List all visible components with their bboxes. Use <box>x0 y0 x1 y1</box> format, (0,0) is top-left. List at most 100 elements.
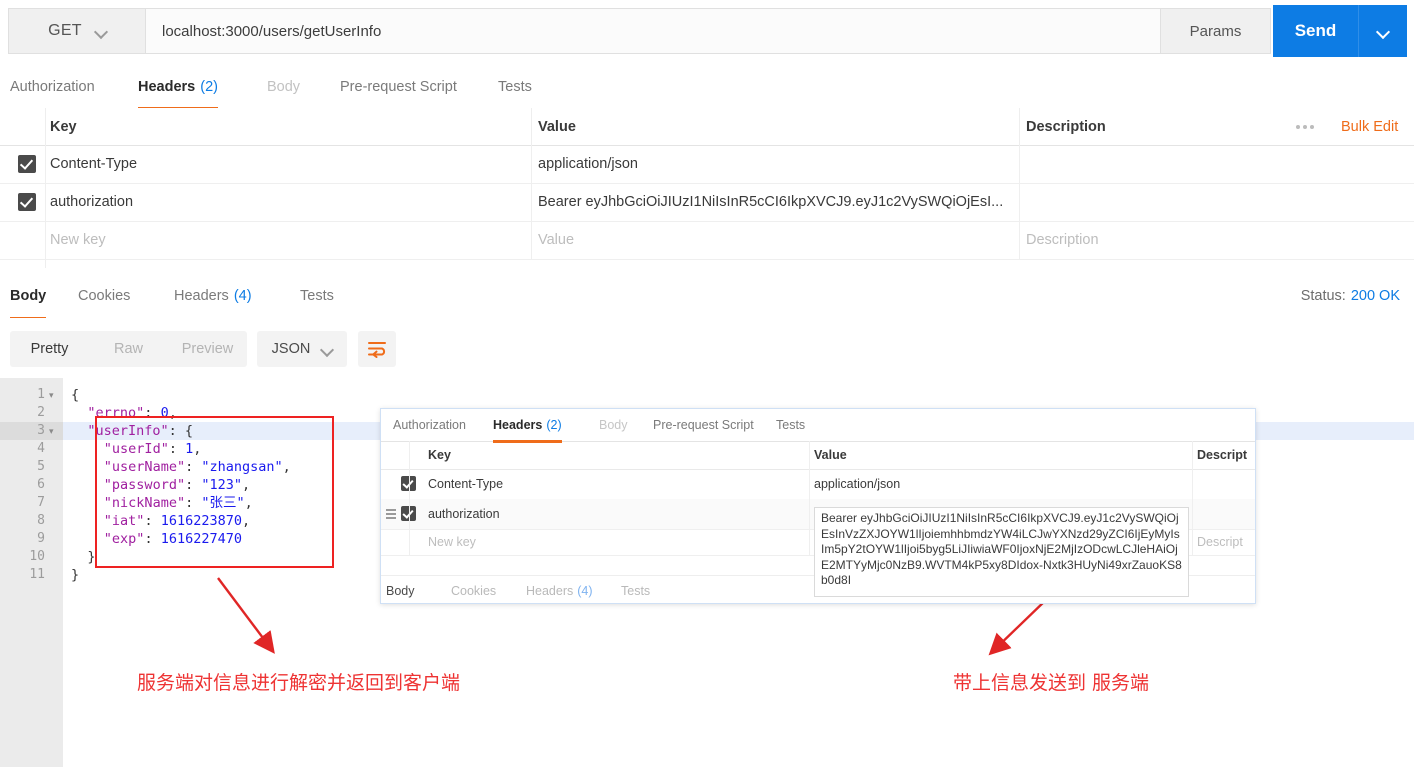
inset-tab-tests[interactable]: Tests <box>776 409 805 440</box>
view-mode-raw[interactable]: Raw <box>89 341 168 357</box>
tab-label: Tests <box>300 287 334 304</box>
cell-description <box>1026 183 1296 221</box>
tab-label: Headers <box>174 287 229 304</box>
new-description-input[interactable]: Description <box>1026 221 1296 259</box>
column-divider <box>409 499 410 529</box>
http-method-dropdown[interactable]: GET <box>8 8 145 54</box>
inset-table-row[interactable]: Content-Type application/json <box>381 469 1255 500</box>
token-p: , <box>244 495 253 511</box>
inset-response-tab-headers[interactable]: Headers (4) <box>526 576 593 603</box>
tab-tests[interactable]: Tests <box>498 66 532 107</box>
column-header-key: Key <box>50 118 77 135</box>
send-options-dropdown[interactable] <box>1358 5 1407 57</box>
view-mode-preview[interactable]: Preview <box>168 341 247 357</box>
new-value-input[interactable]: Value <box>538 221 1008 259</box>
chevron-down-icon <box>96 26 106 36</box>
inset-request-tabs: Authorization Headers (2) Body Pre-request S… <box>381 409 1255 443</box>
token-p: : { <box>168 423 194 439</box>
bulk-edit-button[interactable]: Bulk Edit <box>1341 108 1398 145</box>
token-p: : <box>144 531 161 547</box>
inset-table-head: Key Value Descript <box>381 441 1255 470</box>
token-v: "zhangsan" <box>201 459 283 475</box>
tab-count: (2) <box>200 78 218 95</box>
tab-count: (4) <box>233 287 252 304</box>
token-p: , <box>168 405 177 421</box>
view-mode-pretty[interactable]: Pretty <box>10 341 89 357</box>
view-mode-segmented-control[interactable]: Pretty Raw Preview <box>10 331 247 367</box>
format-dropdown[interactable]: JSON <box>257 331 347 367</box>
response-tab-headers[interactable]: Headers (4) <box>174 274 252 317</box>
line-number: 5 <box>37 459 45 474</box>
column-divider <box>1192 529 1193 555</box>
tab-pre-request-script[interactable]: Pre-request Script <box>340 66 457 107</box>
wrap-lines-button[interactable] <box>358 331 396 367</box>
inset-column-header-value: Value <box>814 448 847 462</box>
inset-response-tab-body[interactable]: Body <box>386 576 415 603</box>
fold-toggle-icon[interactable]: ▾ <box>49 422 59 440</box>
table-row[interactable]: authorization Bearer eyJhbGciOiJIUzI1NiIs… <box>0 183 1414 222</box>
line-number: 2 <box>37 405 45 420</box>
tab-body[interactable]: Body <box>267 66 300 107</box>
table-row[interactable]: Content-Type application/json <box>0 145 1414 184</box>
more-options-button[interactable] <box>1296 108 1314 145</box>
cell-description <box>1026 145 1296 183</box>
row-checkbox[interactable] <box>18 193 36 211</box>
tab-label: Authorization <box>393 417 466 432</box>
tab-authorization[interactable]: Authorization <box>10 66 95 107</box>
token-k: "userId" <box>103 441 169 457</box>
line-number: 1 <box>37 387 45 402</box>
status-label: Status: <box>1300 287 1346 304</box>
new-description-input[interactable]: Descript <box>1197 535 1243 549</box>
tab-label: Body <box>386 583 415 598</box>
token-p: : <box>185 477 202 493</box>
new-key-input[interactable]: New key <box>50 221 520 259</box>
cell-value: application/json <box>814 477 901 491</box>
token-v: "123" <box>201 477 242 493</box>
tab-label: Cookies <box>78 287 131 304</box>
tab-headers[interactable]: Headers (2) <box>138 66 218 110</box>
code-line: "iat": 1616223870, <box>63 512 250 530</box>
http-method-label: GET <box>48 22 82 39</box>
dot-icon <box>1303 124 1307 129</box>
column-divider <box>531 108 532 145</box>
line-number: 11 <box>29 567 45 582</box>
grip-line <box>386 517 396 519</box>
grip-line <box>386 513 396 515</box>
authorization-token-value[interactable]: Bearer eyJhbGciOiJIUzI1NiIsInR5cCI6IkpXV… <box>814 507 1189 597</box>
table-row[interactable]: New key Value Description <box>0 221 1414 260</box>
column-divider <box>1192 469 1193 499</box>
code-line: "nickName": "张三", <box>63 494 253 512</box>
column-divider <box>531 221 532 259</box>
column-divider <box>531 183 532 221</box>
send-button[interactable]: Send <box>1273 5 1358 57</box>
token-k: "password" <box>103 477 186 493</box>
token-v: "张三" <box>201 495 245 511</box>
inset-tab-authorization[interactable]: Authorization <box>393 409 466 440</box>
inset-tab-pre-request-script[interactable]: Pre-request Script <box>653 409 754 440</box>
token-p: : <box>185 459 202 475</box>
params-button[interactable]: Params <box>1161 8 1271 54</box>
code-line: "userName": "zhangsan", <box>63 458 291 476</box>
column-divider <box>1019 108 1020 145</box>
column-divider <box>1192 499 1193 529</box>
tab-count: (2) <box>546 417 562 432</box>
inset-response-tab-cookies[interactable]: Cookies <box>451 576 496 603</box>
response-tab-tests[interactable]: Tests <box>300 274 334 317</box>
column-divider <box>809 469 810 499</box>
new-key-input[interactable]: New key <box>428 535 476 549</box>
url-input[interactable]: localhost:3000/users/getUserInfo <box>145 8 1161 54</box>
row-checkbox[interactable] <box>18 155 36 173</box>
inset-tab-body[interactable]: Body <box>599 409 628 440</box>
response-tab-body[interactable]: Body <box>10 274 47 320</box>
cell-value: application/json <box>538 156 638 172</box>
column-divider <box>45 183 46 221</box>
inset-tab-headers[interactable]: Headers (2) <box>493 409 562 443</box>
cell-value: Bearer eyJhbGciOiJIUzI1NiIsInR5cCI6IkpXV… <box>538 194 1004 210</box>
fold-toggle-icon[interactable]: ▾ <box>49 386 59 404</box>
drag-handle[interactable] <box>386 509 396 520</box>
column-divider <box>1019 221 1020 259</box>
response-tab-cookies[interactable]: Cookies <box>78 274 130 317</box>
token-k: "errno" <box>87 405 145 421</box>
column-divider <box>809 499 810 529</box>
inset-response-tab-tests[interactable]: Tests <box>621 576 650 603</box>
